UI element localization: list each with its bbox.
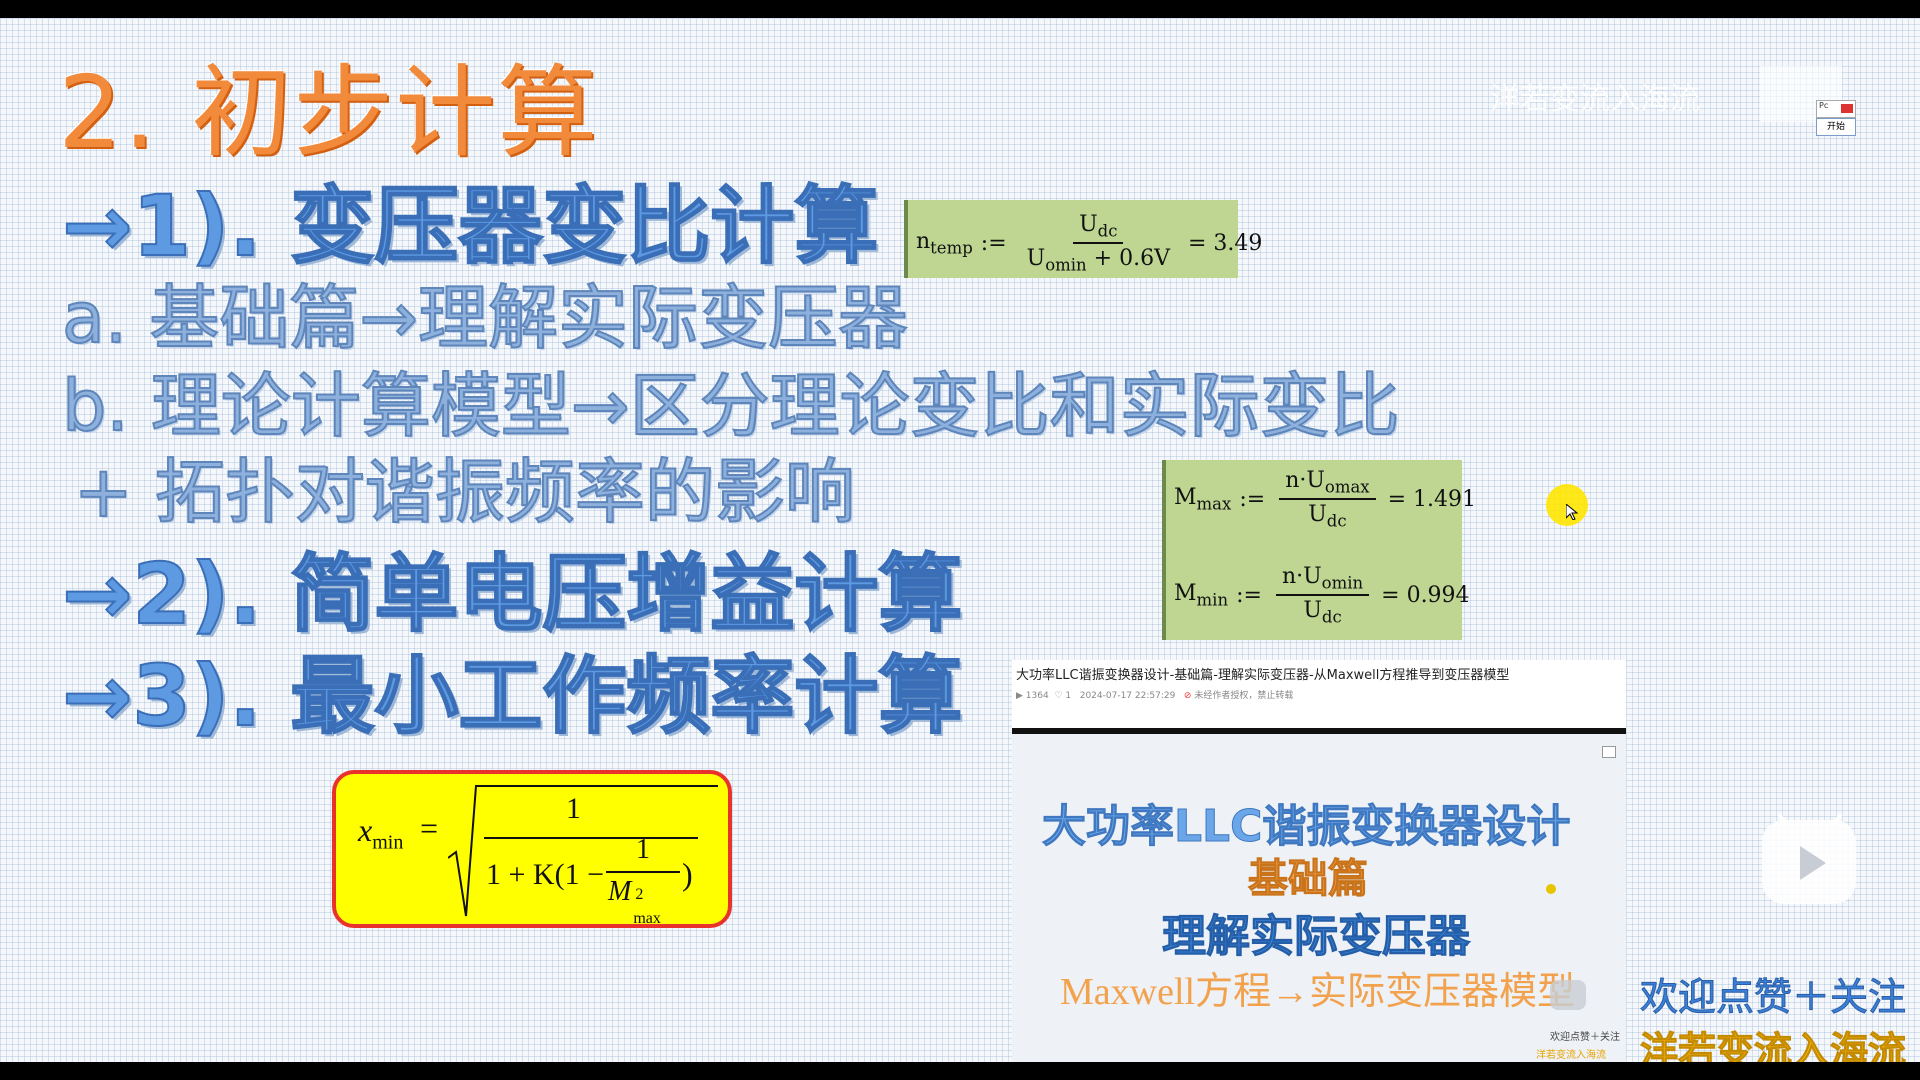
article-title: 大功率LLC谐振变换器设计-基础篇-理解实际变压器-从Maxwell方程推导到变… — [1016, 668, 1510, 683]
expand-icon[interactable] — [1602, 746, 1616, 758]
pc-icon — [1841, 104, 1853, 113]
xmin-eq: = — [420, 810, 439, 846]
video-small-follow: 欢迎点赞＋关注 — [1550, 1032, 1620, 1043]
slide-title: 2. 初步计算 — [58, 54, 600, 171]
article-preview[interactable]: 大功率LLC谐振变换器设计-基础篇-理解实际变压器-从Maxwell方程推导到变… — [1012, 660, 1626, 1062]
slide-canvas: 2. 初步计算 →1). 变压器变比计算 a. 基础篇→理解实际变压器 b. 理… — [0, 18, 1920, 1062]
play-overlay-icon[interactable] — [1762, 820, 1856, 904]
mmax-fraction: n·Uomax Udc — [1279, 468, 1376, 531]
video-play-icon[interactable] — [1550, 980, 1586, 1010]
video-frame: 大功率LLC谐振变换器设计 基础篇 理解实际变压器 Maxwell方程→实际变压… — [1012, 734, 1626, 1062]
play-triangle-icon — [1800, 846, 1826, 880]
article-header: 大功率LLC谐振变换器设计-基础篇-理解实际变压器-从Maxwell方程推导到变… — [1012, 660, 1626, 734]
like-icon: ♡ — [1054, 691, 1063, 701]
follow-text: 欢迎点赞＋关注 — [1639, 975, 1907, 1020]
mmin-result: = 0.994 — [1381, 582, 1470, 608]
mmin-fraction: n·Uomin Udc — [1275, 564, 1370, 627]
xmin-den-prefix: 1 + K(1 − — [486, 858, 604, 891]
heading-min-frequency: →3). 最小工作频率计算 — [61, 647, 963, 745]
watermark-author: 洋若变流入海流 — [1490, 82, 1700, 117]
inner-num: 1 — [636, 834, 650, 865]
xmin-lhs: xmin — [358, 812, 404, 854]
video-line3: 理解实际变压器 — [1162, 911, 1471, 963]
ntemp-lhs: ntemp — [916, 229, 973, 258]
article-meta: ▶ 1364 ♡ 1 2024-07-17 22:57:29 ⊘ 未经作者授权，… — [1016, 691, 1294, 701]
author-text: 洋若变流入海流 — [1639, 1029, 1907, 1063]
start-button[interactable]: 开始 — [1816, 118, 1856, 136]
video-small-author: 洋若变流入海流 — [1536, 1050, 1606, 1061]
video-line2: 基础篇 — [1248, 856, 1369, 903]
views-icon: ▶ — [1016, 691, 1023, 701]
no-repost-icon: ⊘ — [1183, 691, 1192, 701]
pc-badge: Pc — [1816, 100, 1856, 118]
mmax-lhs: Mmax — [1174, 485, 1232, 514]
formula-ntemp: ntemp := Udc Uomin + 0.6V = 3.49 — [904, 200, 1262, 278]
mmax-result: = 1.491 — [1387, 486, 1477, 512]
heading-transformer-ratio: →1). 变压器变比计算 — [61, 177, 879, 275]
inner-fraction-bar — [606, 871, 680, 873]
formula-gain: Mmax := n·Uomax Udc = 1.491 Mmin := n·Uo… — [1162, 460, 1476, 640]
subitem-theory-model: b. 理论计算模型→区分理论变比和实际变比 — [61, 365, 1401, 447]
inner-den: M 2 max — [608, 876, 661, 927]
sqrt-radical — [448, 785, 718, 917]
video-line4: Maxwell方程→实际变压器模型 — [1060, 971, 1576, 1013]
mmax-op: := — [1239, 486, 1266, 512]
subitem-basic: a. 基础篇→理解实际变压器 — [61, 277, 909, 359]
heading-voltage-gain: →2). 简单电压增益计算 — [61, 545, 963, 643]
ntemp-fraction: Udc Uomin + 0.6V — [1026, 212, 1170, 275]
mmin-lhs: Mmin — [1174, 581, 1229, 610]
formula-xmin: xmin = 1 1 + K(1 − 1 M 2 max ) — [332, 770, 732, 928]
video-line1: 大功率LLC谐振变换器设计 — [1041, 801, 1571, 853]
xmin-one: 1 — [566, 792, 581, 825]
ntemp-result: = 3.49 — [1187, 230, 1263, 256]
pip-cursor-dot — [1546, 884, 1556, 894]
mouse-cursor-icon — [1566, 504, 1578, 520]
ntemp-op: := — [980, 230, 1007, 256]
subitem-topology: + 拓扑对谐振频率的影响 — [73, 451, 856, 533]
xmin-close: ) — [682, 856, 693, 892]
mmin-op: := — [1236, 582, 1262, 608]
